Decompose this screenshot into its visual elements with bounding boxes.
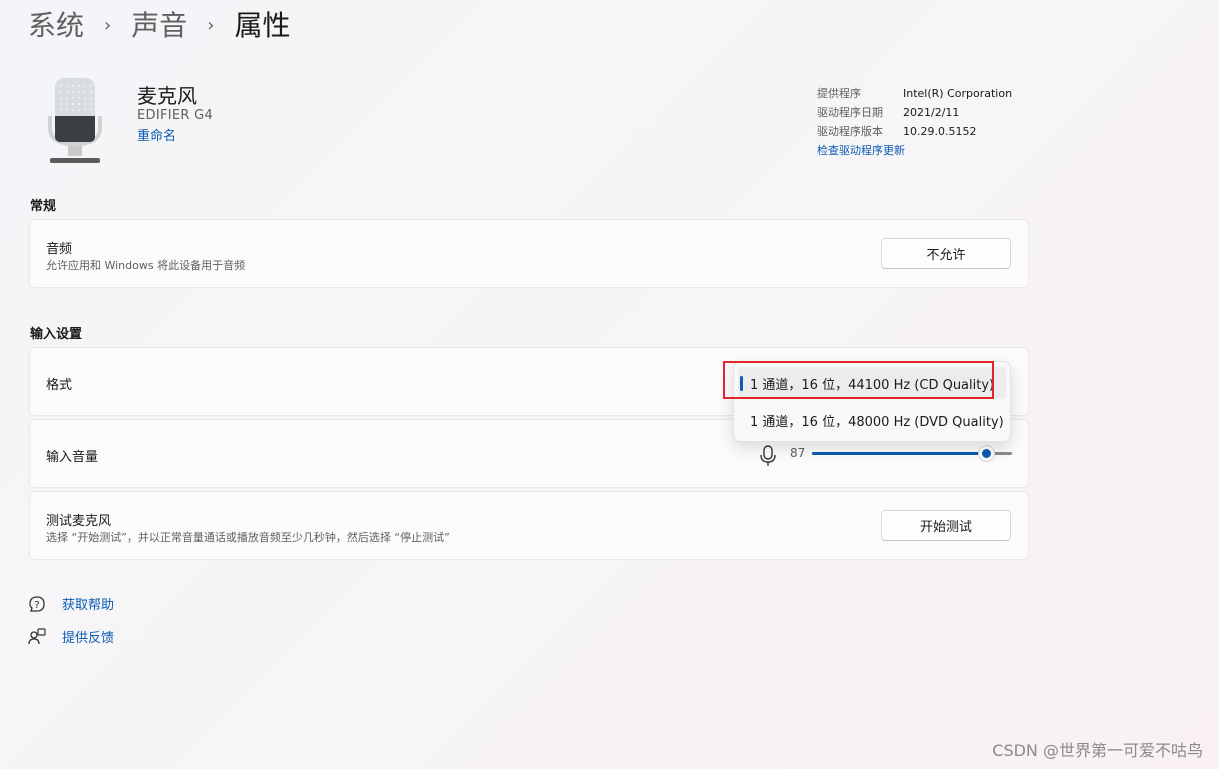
format-option-label: 1 通道，16 位，48000 Hz (DVD Quality) [750,414,1004,430]
device-name: 麦克风 [137,84,197,108]
slider-thumb[interactable] [978,445,995,462]
breadcrumb-item-sound[interactable]: 声音 [131,6,187,46]
driver-date-label: 驱动程序日期 [817,106,883,119]
rename-link[interactable]: 重命名 [137,125,176,144]
check-driver-update-link[interactable]: 检查驱动程序更新 [817,141,905,160]
get-help-link[interactable]: ? 获取帮助 [28,594,114,613]
driver-version-row: 驱动程序版本 10.29.0.5152 [817,122,1012,141]
input-volume-title: 输入音量 [46,450,99,465]
audio-card: 音频 允许应用和 Windows 将此设备用于音频 不允许 [29,219,1029,288]
driver-version-value: 10.29.0.5152 [903,125,977,138]
test-microphone-card: 测试麦克风 选择 “开始测试”，并以正常音量通话或播放音频至少几秒钟，然后选择 … [29,491,1029,560]
feedback-link[interactable]: 提供反馈 [28,627,114,646]
section-title-general: 常规 [30,199,57,214]
chevron-right-icon: › [104,15,112,36]
microphone-icon [48,78,102,163]
help-icon: ? [29,595,45,612]
driver-info: 提供程序 Intel(R) Corporation 驱动程序日期 2021/2/… [817,84,1012,160]
driver-date-value: 2021/2/11 [903,106,960,119]
breadcrumb-item-properties: 属性 [234,9,291,42]
section-title-input-settings: 输入设置 [30,327,83,342]
test-microphone-description: 选择 “开始测试”，并以正常音量通话或播放音频至少几秒钟，然后选择 “停止测试” [46,531,450,544]
get-help-label: 获取帮助 [62,598,115,613]
format-option-dvd-quality[interactable]: 1 通道，16 位，48000 Hz (DVD Quality) [738,404,1006,436]
watermark-text: CSDN @世界第一可爱不咕鸟 [992,741,1203,760]
audio-description: 允许应用和 Windows 将此设备用于音频 [46,259,246,272]
chevron-right-icon: › [207,15,215,36]
test-microphone-title: 测试麦克风 [46,514,112,529]
slider-fill [812,452,986,455]
device-model: EDIFIER G4 [137,108,214,123]
driver-provider-row: 提供程序 Intel(R) Corporation [817,84,1012,103]
input-volume-slider[interactable] [812,444,1012,464]
breadcrumb: 系统 › 声音 › 属性 [28,6,290,46]
format-title: 格式 [46,378,73,393]
feedback-label: 提供反馈 [62,631,115,646]
driver-date-row: 驱动程序日期 2021/2/11 [817,103,1012,122]
start-test-button[interactable]: 开始测试 [881,510,1011,541]
feedback-icon [28,627,46,644]
svg-text:?: ? [34,600,39,611]
audio-title: 音频 [46,242,73,257]
driver-provider-value: Intel(R) Corporation [903,87,1013,100]
driver-version-label: 驱动程序版本 [817,125,883,138]
input-volume-value: 87 [790,446,806,460]
breadcrumb-item-system[interactable]: 系统 [28,6,84,46]
disallow-audio-button[interactable]: 不允许 [881,238,1011,269]
driver-provider-label: 提供程序 [817,87,861,100]
annotation-highlight-box [723,361,994,399]
microphone-icon[interactable] [757,445,779,467]
driver-update-row: 检查驱动程序更新 [817,141,1012,160]
